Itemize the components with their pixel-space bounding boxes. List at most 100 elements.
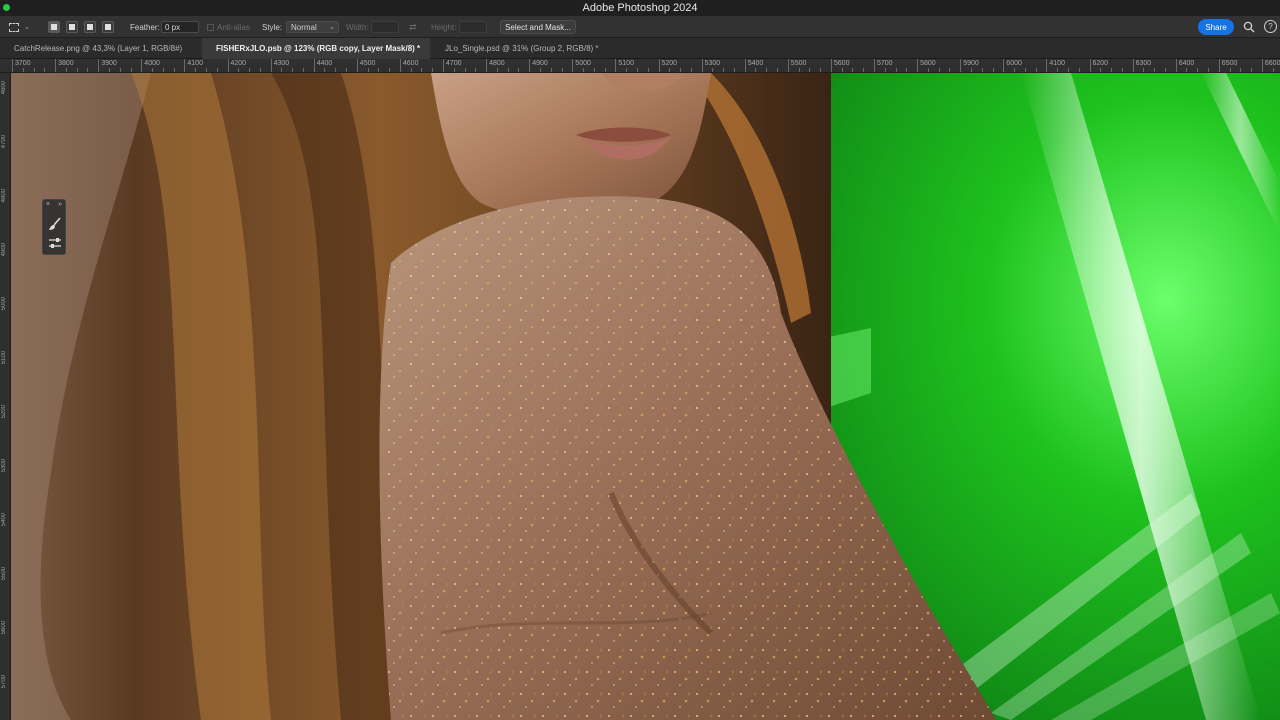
ruler-minor-tick [690, 68, 692, 72]
tab-fisherxjlo[interactable]: FISHERxJLO.psb @ 123% (RGB copy, Layer M… [202, 38, 430, 59]
floating-tool-panel: × » [42, 199, 66, 255]
tab-jlo-single[interactable]: JLo_Single.psd @ 31% (Group 2, RGB/8) * [431, 38, 621, 59]
ruler-label: 5200 [1, 405, 7, 419]
ruler-label: 5500 [790, 60, 807, 67]
sliders-icon[interactable] [48, 236, 62, 250]
share-button[interactable]: Share [1198, 19, 1234, 35]
ruler-minor-tick [1164, 68, 1166, 72]
tab-catchrelease[interactable]: CatchRelease.png @ 43,3% (Layer 1, RGB/8… [0, 38, 202, 59]
ruler-minor-tick [421, 68, 423, 72]
ruler-label: 5700 [877, 60, 893, 67]
ruler-label: 4300 [273, 60, 290, 67]
ruler-minor-tick [1111, 68, 1113, 72]
feather-input[interactable]: 0 px [161, 21, 199, 33]
ruler-tick [658, 59, 660, 72]
ruler-minor-tick [777, 68, 779, 72]
ruler-label: 6000 [1006, 60, 1022, 67]
ruler-minor-tick [863, 68, 865, 72]
ruler-minor-tick [410, 68, 412, 72]
ruler-label: 5000 [1, 297, 7, 311]
ruler-tick [1261, 59, 1263, 72]
ruler-minor-tick [259, 68, 261, 72]
close-icon[interactable]: × [46, 201, 50, 208]
ruler-tick [1175, 59, 1177, 72]
ruler-minor-tick [636, 68, 638, 72]
ruler-minor-tick [820, 68, 822, 72]
brush-icon[interactable] [48, 217, 62, 231]
ruler-tick [313, 59, 315, 72]
ruler-tick [356, 59, 358, 72]
tab-label: JLo_Single.psd @ 31% (Group 2, RGB/8) * [445, 44, 599, 53]
subtract-from-selection-button[interactable] [84, 21, 96, 33]
ruler-minor-tick [927, 68, 929, 72]
document-canvas[interactable]: × » [11, 73, 1280, 720]
ruler-tick [1218, 59, 1220, 72]
ruler-minor-tick [496, 68, 498, 72]
ruler-tick [615, 59, 617, 72]
ruler-minor-tick [755, 68, 757, 72]
ruler-minor-tick [970, 68, 972, 72]
ruler-minor-tick [44, 68, 46, 72]
ruler-tick [98, 59, 100, 72]
ruler-minor-tick [475, 68, 477, 72]
ruler-minor-tick [238, 68, 240, 72]
ruler-tick [960, 59, 962, 72]
ruler-minor-tick [981, 68, 983, 72]
search-icon[interactable] [1243, 21, 1255, 33]
horizontal-ruler[interactable]: 3700 3800 3900 4000 4100 4200 4300 4400 4500 4600… [0, 59, 1280, 73]
select-and-mask-button[interactable]: Select and Mask... [500, 20, 576, 34]
style-select[interactable]: Normal ⌄ [286, 21, 339, 33]
ruler-minor-tick [518, 68, 520, 72]
swap-icon[interactable]: ⇄ [409, 16, 417, 38]
anti-alias-checkbox[interactable]: Anti-alias [207, 16, 250, 38]
ruler-minor-tick [583, 68, 585, 72]
ruler-minor-tick [1078, 68, 1080, 72]
ruler-minor-tick [195, 68, 197, 72]
ruler-minor-tick [292, 68, 294, 72]
ruler-label: 5200 [661, 60, 678, 67]
ruler-label: 5800 [920, 60, 936, 67]
ruler-minor-tick [1154, 68, 1156, 72]
new-selection-button[interactable] [48, 21, 60, 33]
ruler-minor-tick [33, 68, 35, 72]
ruler-minor-tick [1197, 68, 1199, 72]
ruler-minor-tick [992, 68, 994, 72]
ruler-minor-tick [335, 68, 337, 72]
help-icon[interactable]: ? [1264, 20, 1277, 33]
ruler-tick [701, 59, 703, 72]
height-input[interactable] [459, 21, 487, 33]
feather-value: 0 px [165, 22, 181, 32]
ruler-minor-tick [76, 68, 78, 72]
ruler-minor-tick [205, 68, 207, 72]
ruler-label: 5100 [1, 351, 7, 365]
ruler-label: 5500 [1, 567, 7, 581]
width-input[interactable] [371, 21, 399, 33]
ruler-minor-tick [1035, 68, 1037, 72]
vertical-ruler[interactable]: 4600 4700 4800 4900 5000 5100 5200 5300 5400 5500… [0, 73, 11, 720]
ruler-label: 5300 [1, 459, 7, 473]
add-to-selection-button[interactable] [66, 21, 78, 33]
ruler-label: 3800 [58, 60, 74, 67]
ruler-label: 3700 [15, 60, 31, 67]
window-zoom-button[interactable] [3, 4, 10, 11]
ruler-label: 5600 [1, 621, 7, 635]
ruler-minor-tick [1121, 68, 1123, 72]
expand-icon[interactable]: » [58, 201, 62, 208]
ruler-minor-tick [152, 68, 154, 72]
ruler-label: 5700 [1, 675, 7, 689]
ruler-tick [830, 59, 832, 72]
ruler-minor-tick [367, 68, 369, 72]
tool-preset-picker[interactable]: ⌄ [9, 16, 35, 38]
style-label: Style: [262, 22, 283, 32]
ruler-minor-tick [852, 68, 854, 72]
ruler-label: 4700 [446, 60, 462, 67]
ruler-label: 5400 [1, 513, 7, 527]
ruler-tick [1003, 59, 1005, 72]
ruler-label: 4900 [1, 243, 7, 257]
ruler-minor-tick [669, 68, 671, 72]
ruler-tick [1089, 59, 1091, 72]
chevron-down-icon: ⌄ [329, 24, 335, 31]
height-label: Height: [431, 22, 457, 32]
ruler-minor-tick [216, 68, 218, 72]
intersect-selection-button[interactable] [102, 21, 114, 33]
